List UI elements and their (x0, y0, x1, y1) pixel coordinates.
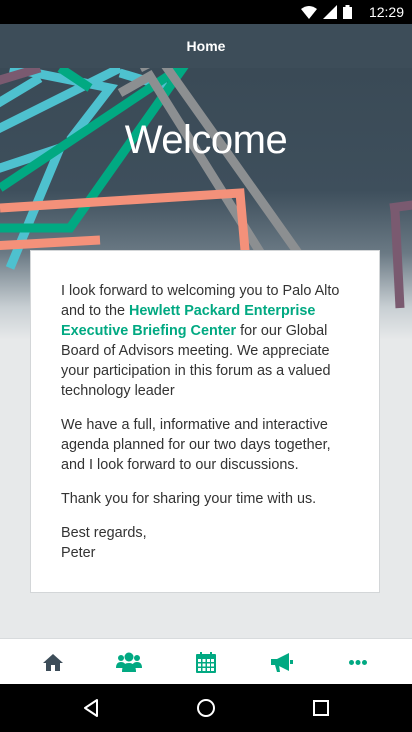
status-icons (301, 5, 352, 19)
home-icon (43, 653, 63, 671)
people-icon (116, 652, 142, 672)
message-paragraph: I look forward to welcoming you to Palo … (61, 281, 349, 401)
app-bar: Home (0, 24, 412, 68)
tab-more[interactable] (328, 639, 388, 685)
message-paragraph: We have a full, informative and interact… (61, 417, 331, 473)
tab-announcements[interactable] (252, 639, 312, 685)
home-nav-button[interactable] (176, 684, 236, 732)
status-bar: 12:29 (0, 0, 412, 24)
tab-calendar[interactable] (176, 639, 236, 685)
signature: Peter (61, 545, 96, 561)
page-title: Home (186, 38, 226, 54)
back-button[interactable] (61, 684, 121, 732)
recents-button[interactable] (291, 684, 351, 732)
wifi-icon (301, 5, 317, 19)
calendar-icon (196, 651, 216, 673)
message-paragraph: Thank you for sharing your time with us. (61, 491, 317, 507)
more-icon (349, 659, 367, 665)
tab-people[interactable] (99, 639, 159, 685)
welcome-heading: Welcome (124, 118, 288, 162)
recents-icon (313, 700, 329, 716)
tab-home[interactable] (23, 639, 83, 685)
home-circle-icon (197, 699, 215, 717)
megaphone-icon (271, 653, 293, 672)
bottom-tab-bar (0, 638, 412, 684)
status-time: 12:29 (368, 4, 404, 20)
system-nav-bar (0, 684, 412, 732)
welcome-message-card: I look forward to welcoming you to Palo … (30, 250, 380, 593)
battery-icon (343, 5, 352, 19)
signal-icon (323, 5, 337, 19)
signoff: Best regards, (61, 525, 147, 541)
back-icon (84, 699, 98, 717)
